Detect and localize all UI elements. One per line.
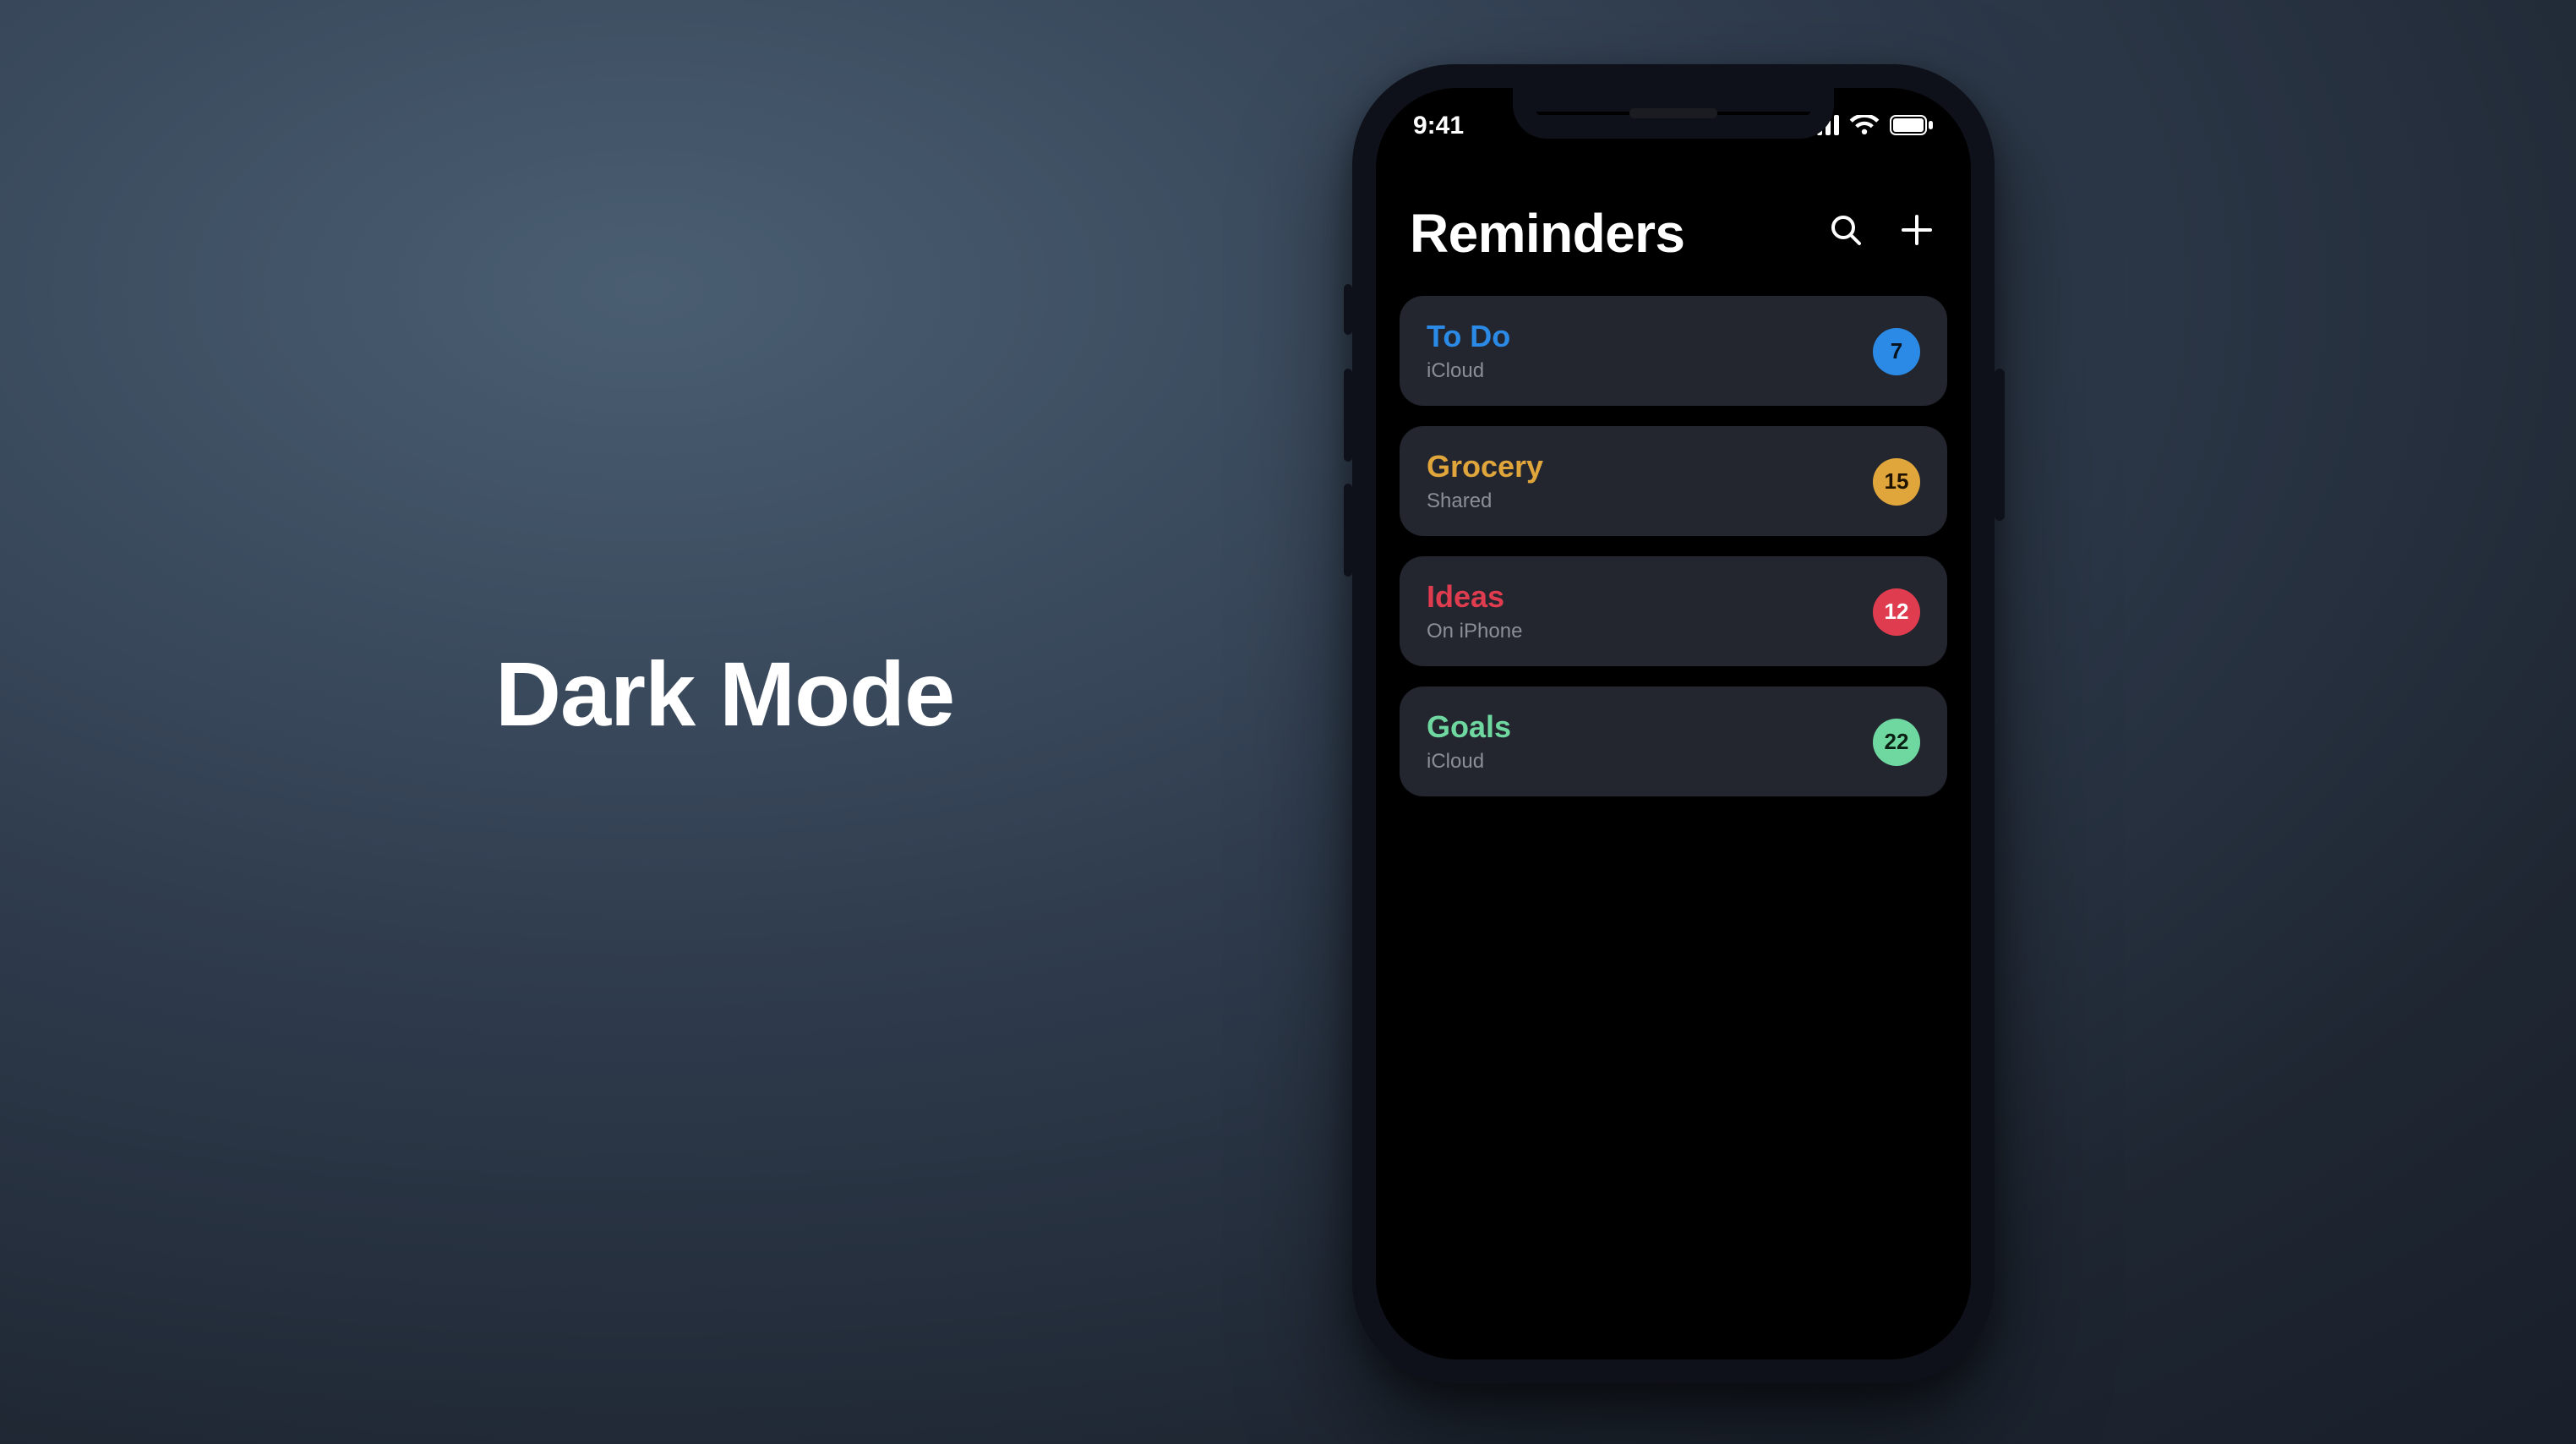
search-icon xyxy=(1829,213,1863,255)
app-header: Reminders xyxy=(1400,189,1947,296)
list-subtitle: Shared xyxy=(1427,489,1543,512)
list-subtitle: On iPhone xyxy=(1427,619,1522,643)
side-button-vol-down xyxy=(1344,484,1352,577)
add-button[interactable] xyxy=(1897,214,1937,254)
app-screen: Reminders xyxy=(1376,88,1971,1359)
side-button-vol-up xyxy=(1344,369,1352,462)
list-title: To Do xyxy=(1427,320,1510,355)
list-card-ideas[interactable]: Ideas On iPhone 12 xyxy=(1400,556,1947,666)
lists-container: To Do iCloud 7 Grocery Shared 15 xyxy=(1400,296,1947,796)
phone-frame: 9:41 Reminders xyxy=(1352,64,1995,1383)
side-button-power xyxy=(1995,369,2005,521)
list-subtitle: iCloud xyxy=(1427,358,1510,382)
app-action-group xyxy=(1826,214,1937,254)
list-title: Goals xyxy=(1427,710,1511,746)
battery-icon xyxy=(1890,115,1934,135)
count-badge: 7 xyxy=(1873,327,1920,375)
app-title: Reminders xyxy=(1410,203,1684,265)
count-badge: 12 xyxy=(1873,588,1920,635)
notch xyxy=(1513,88,1834,139)
list-card-grocery[interactable]: Grocery Shared 15 xyxy=(1400,426,1947,536)
headline: Dark Mode xyxy=(495,643,954,747)
list-subtitle: iCloud xyxy=(1427,749,1511,773)
search-button[interactable] xyxy=(1826,214,1866,254)
list-title: Ideas xyxy=(1427,580,1522,615)
status-time: 9:41 xyxy=(1413,111,1464,139)
list-title: Grocery xyxy=(1427,450,1543,485)
list-card-todo[interactable]: To Do iCloud 7 xyxy=(1400,296,1947,406)
list-card-goals[interactable]: Goals iCloud 22 xyxy=(1400,686,1947,796)
wifi-icon xyxy=(1849,115,1880,135)
count-badge: 15 xyxy=(1873,457,1920,505)
side-button-mute xyxy=(1344,284,1352,335)
plus-icon xyxy=(1900,213,1934,255)
count-badge: 22 xyxy=(1873,718,1920,765)
